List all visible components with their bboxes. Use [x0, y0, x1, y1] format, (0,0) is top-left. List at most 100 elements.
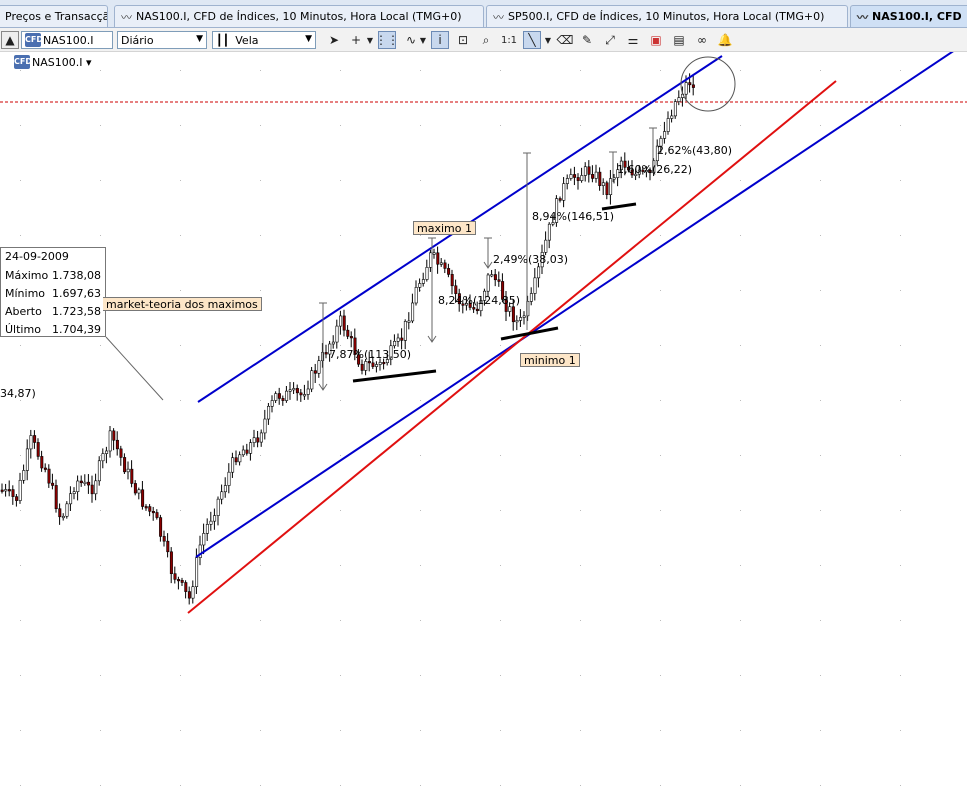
candle-body — [537, 266, 541, 279]
eraser-icon[interactable]: ⌫ — [556, 31, 574, 49]
tab-precos-transaccao[interactable]: Preços e Transacção — [0, 5, 108, 27]
support-mark-3 — [601, 202, 637, 211]
candle-body — [123, 457, 127, 473]
candle-body — [598, 171, 602, 186]
candle-body — [58, 508, 62, 518]
candle-body — [54, 485, 58, 510]
zoom-area-icon[interactable]: ⊡ — [454, 31, 472, 49]
candle-body — [331, 341, 335, 345]
chevron-down-icon: ▼ — [305, 34, 312, 44]
candle-body — [22, 470, 26, 481]
alert-bell-icon[interactable]: 🔔 — [716, 31, 734, 49]
period-select[interactable]: Diário ▼ — [117, 31, 207, 49]
tab-nas100-daily[interactable]: 〰 NAS100.I, CFD — [850, 5, 967, 27]
candle-body — [688, 82, 692, 86]
candle-body — [371, 362, 375, 367]
properties-icon[interactable]: ▤ — [670, 31, 688, 49]
candle-body — [209, 520, 213, 525]
candle-body — [285, 390, 289, 401]
chart-type-select[interactable]: ┃┃ Vela ▼ — [212, 31, 316, 49]
link-icon[interactable]: ∞ — [693, 31, 711, 49]
price-chart[interactable] — [0, 52, 967, 800]
paint-icon[interactable]: ✎ — [578, 31, 596, 49]
candle-body — [220, 491, 224, 500]
symbol-field[interactable]: CFD NAS100.I — [21, 31, 113, 49]
candle-body — [130, 468, 134, 484]
market-theory-label[interactable]: market-teoria dos maximos — [103, 297, 262, 311]
data-date: 24-09-2009 — [5, 250, 69, 263]
candle-body — [666, 118, 670, 132]
tab-label: NAS100.I, CFD — [872, 10, 962, 23]
candle-body — [133, 483, 137, 494]
candle-body — [439, 262, 443, 265]
candle-body — [270, 400, 274, 407]
candle-body — [558, 198, 562, 201]
expand-icon[interactable]: ⤢ — [601, 31, 619, 49]
chevron-down-icon[interactable]: ▼ — [418, 31, 428, 49]
candle-body — [90, 484, 94, 495]
candle-body — [335, 325, 339, 343]
trendline-icon[interactable]: ╲ — [523, 31, 541, 49]
candles-icon[interactable]: ⚌ — [624, 31, 642, 49]
zoom-reset-button[interactable]: 1:1 — [500, 31, 518, 49]
candle-body — [511, 306, 515, 323]
candle-body — [342, 315, 346, 331]
candle-body — [605, 182, 609, 195]
candle-body — [339, 315, 343, 327]
candle-body — [447, 268, 451, 275]
info-icon[interactable]: i — [431, 31, 449, 49]
candle-body — [677, 97, 681, 102]
candle-body — [141, 489, 145, 507]
candle-body — [155, 512, 159, 518]
candle-body — [299, 392, 303, 396]
minimo-label[interactable]: minimo 1 — [520, 353, 580, 367]
grid-icon[interactable]: ⋮⋮ — [375, 31, 399, 49]
template-icon[interactable]: ▣ — [647, 31, 665, 49]
data-value: 1.704,39 — [52, 322, 101, 336]
candle-body — [443, 262, 447, 269]
candle-body — [519, 317, 523, 321]
candle-body — [72, 491, 76, 495]
crosshair-icon[interactable]: + — [347, 31, 365, 49]
collapse-up-icon[interactable]: ▲ — [1, 31, 19, 49]
channel-lower-line[interactable] — [195, 52, 958, 558]
candle-body — [191, 586, 195, 599]
tab-sp500-10min[interactable]: 〰 SP500.I, CFD de Índices, 10 Minutos, H… — [486, 5, 848, 27]
candle-body — [195, 557, 199, 587]
candle-body — [544, 239, 548, 253]
candle-body — [274, 393, 278, 401]
maximo-label[interactable]: maximo 1 — [413, 221, 476, 235]
candle-body — [256, 437, 260, 443]
zoom-icon[interactable]: ⌕ — [477, 31, 495, 49]
candle-body — [65, 503, 69, 517]
chevron-down-icon[interactable]: ▼ — [543, 31, 553, 49]
candle-body — [317, 360, 321, 374]
candle-body — [346, 329, 350, 337]
candle-body — [313, 370, 317, 374]
candle-body — [382, 362, 386, 365]
chevron-down-icon[interactable]: ▼ — [365, 31, 375, 49]
tab-nas100-10min[interactable]: 〰 NAS100.I, CFD de Índices, 10 Minutos, … — [114, 5, 484, 27]
candle-body — [522, 315, 526, 318]
candle-body — [281, 398, 285, 401]
period-value: Diário — [121, 33, 154, 47]
candle-body — [515, 320, 519, 323]
support-mark-2 — [500, 326, 559, 341]
pointer-icon[interactable]: ➤ — [325, 31, 343, 49]
tab-label: SP500.I, CFD de Índices, 10 Minutos, Hor… — [508, 10, 825, 23]
chart-line-icon: 〰 — [493, 10, 504, 24]
candle-body — [15, 496, 19, 501]
data-row-open: Aberto 1.723,58 — [5, 302, 101, 320]
candle-body — [173, 573, 177, 580]
candle-body — [162, 536, 166, 542]
candle-body — [11, 489, 15, 497]
candle-body — [245, 449, 249, 454]
candle-body — [436, 252, 440, 265]
trend-line[interactable] — [187, 80, 837, 614]
candle-body — [263, 418, 267, 434]
candle-body — [407, 320, 411, 323]
candle-body — [101, 453, 105, 462]
candle-body — [151, 511, 155, 514]
candle-body — [684, 82, 688, 95]
candle-body — [205, 524, 209, 534]
